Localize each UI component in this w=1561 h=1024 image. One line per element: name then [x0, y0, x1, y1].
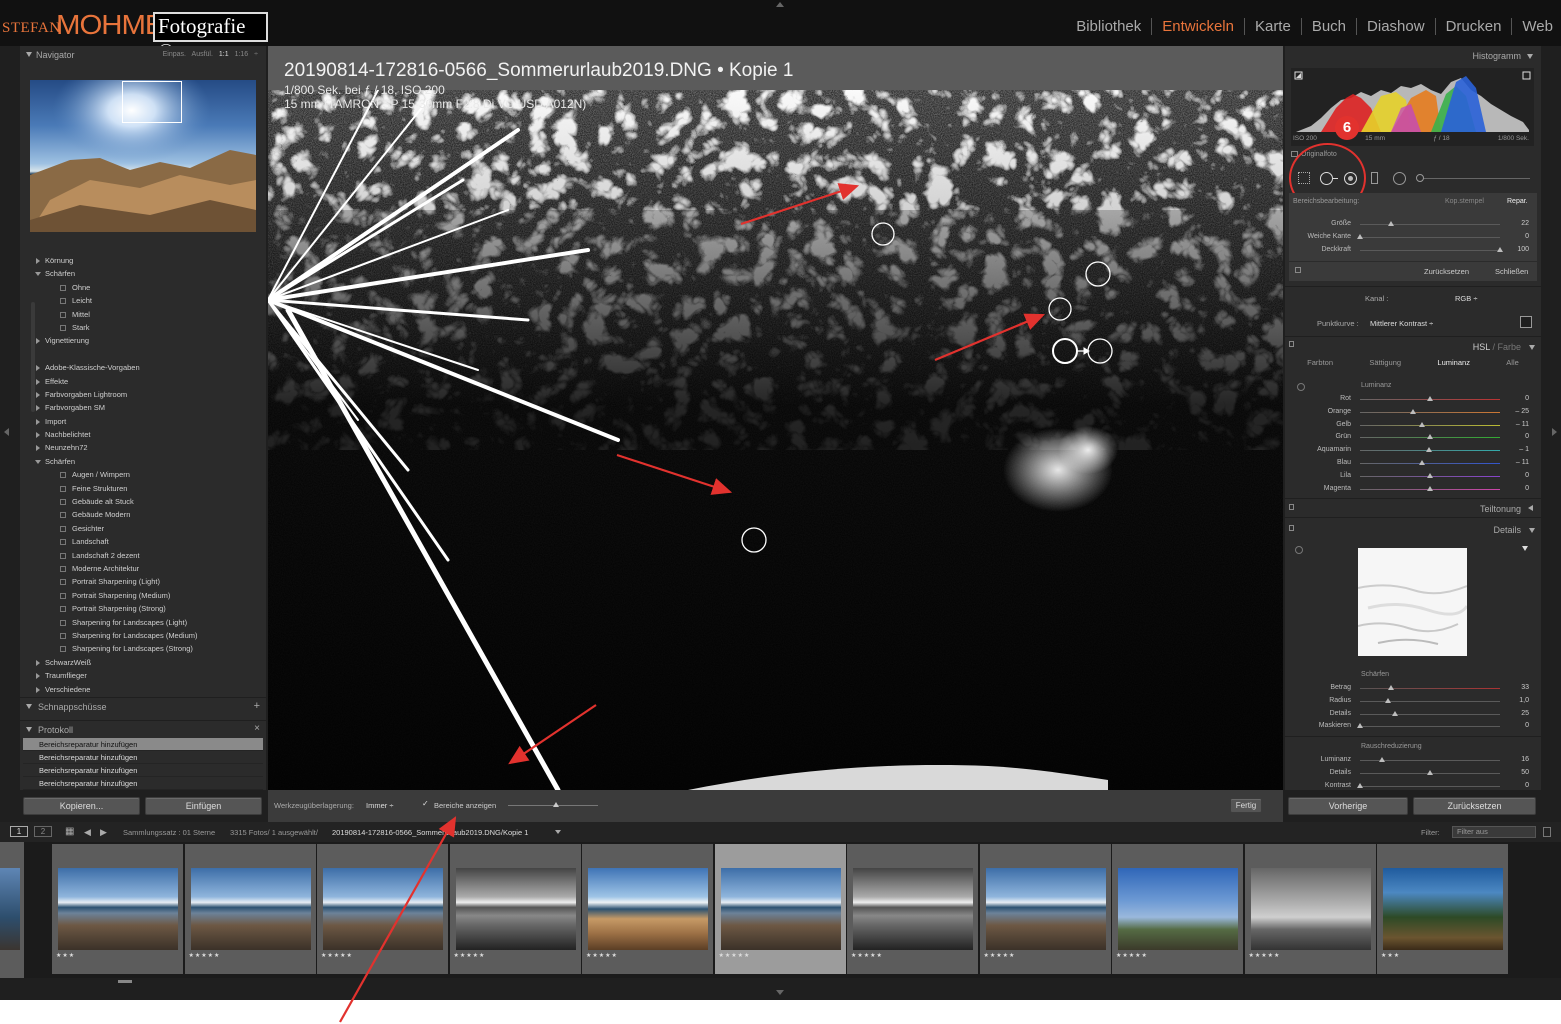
- arrow: [934, 313, 1046, 362]
- arrow: [508, 704, 597, 765]
- arrow: [616, 453, 733, 495]
- tutorial-arrows: [339, 183, 1046, 1023]
- arrow: [740, 183, 860, 226]
- arrow: [339, 816, 457, 1023]
